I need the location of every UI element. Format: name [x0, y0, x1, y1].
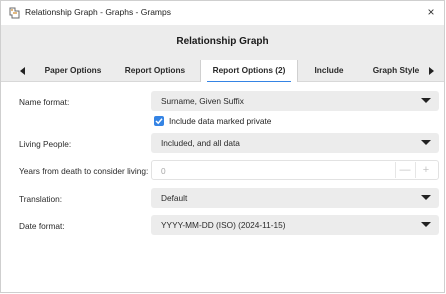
- tab-label: Report Options: [124, 65, 186, 75]
- window-titlebar: Relationship Graph - Graphs - Gramps ×: [1, 1, 444, 25]
- living-people-label: Living People:: [19, 139, 72, 149]
- tab-scroll-left-icon[interactable]: [18, 65, 28, 77]
- years-from-death-label: Years from death to consider living:: [19, 166, 149, 176]
- dialog-header: Relationship Graph: [1, 25, 444, 60]
- years-from-death-value[interactable]: 0: [161, 166, 166, 176]
- chevron-down-icon: [421, 140, 431, 145]
- close-window-button[interactable]: ×: [424, 5, 438, 19]
- tab-label: Paper Options: [44, 65, 102, 75]
- tab-bar: Paper Options Report Options Report Opti…: [1, 60, 444, 83]
- decrement-button[interactable]: —: [395, 162, 414, 178]
- living-people-select[interactable]: Included, and all data: [151, 133, 439, 153]
- increment-button[interactable]: +: [415, 162, 436, 178]
- date-format-value: YYYY-MM-DD (ISO) (2024-11-15): [161, 220, 286, 230]
- report-options-2-panel: Name format: Surname, Given Suffix Inclu…: [1, 82, 444, 292]
- tab-label: Graph Style: [372, 65, 420, 75]
- name-format-label: Name format:: [19, 97, 70, 107]
- tab-scroll-right-icon[interactable]: [426, 65, 436, 77]
- translation-value: Default: [161, 193, 188, 203]
- tab-label: Include: [314, 65, 344, 75]
- years-from-death-spinner[interactable]: 0 — +: [151, 160, 439, 180]
- chevron-down-icon: [421, 98, 431, 103]
- report-dialog-window: Relationship Graph - Graphs - Gramps × R…: [0, 0, 445, 293]
- date-format-label: Date format:: [19, 221, 65, 231]
- tab-report-options-2[interactable]: Report Options (2): [200, 60, 298, 83]
- chevron-down-icon: [421, 195, 431, 200]
- dialog-title: Relationship Graph: [176, 36, 269, 47]
- gramps-app-icon: [9, 7, 20, 19]
- include-private-label[interactable]: Include data marked private: [169, 116, 271, 126]
- tab-include[interactable]: Include: [307, 60, 351, 82]
- checkmark-icon: [155, 118, 163, 125]
- tab-paper-options[interactable]: Paper Options: [33, 60, 113, 82]
- tab-label: Report Options (2): [212, 65, 286, 75]
- include-private-checkbox[interactable]: [154, 116, 164, 126]
- translation-select[interactable]: Default: [151, 188, 439, 208]
- window-title: Relationship Graph - Graphs - Gramps: [25, 7, 171, 17]
- translation-label: Translation:: [19, 194, 63, 204]
- living-people-value: Included, and all data: [161, 138, 240, 148]
- chevron-down-icon: [421, 222, 431, 227]
- name-format-value: Surname, Given Suffix: [161, 96, 244, 106]
- tab-graph-style[interactable]: Graph Style: [367, 60, 425, 82]
- tab-report-options[interactable]: Report Options: [119, 60, 191, 82]
- date-format-select[interactable]: YYYY-MM-DD (ISO) (2024-11-15): [151, 215, 439, 235]
- name-format-select[interactable]: Surname, Given Suffix: [151, 91, 439, 111]
